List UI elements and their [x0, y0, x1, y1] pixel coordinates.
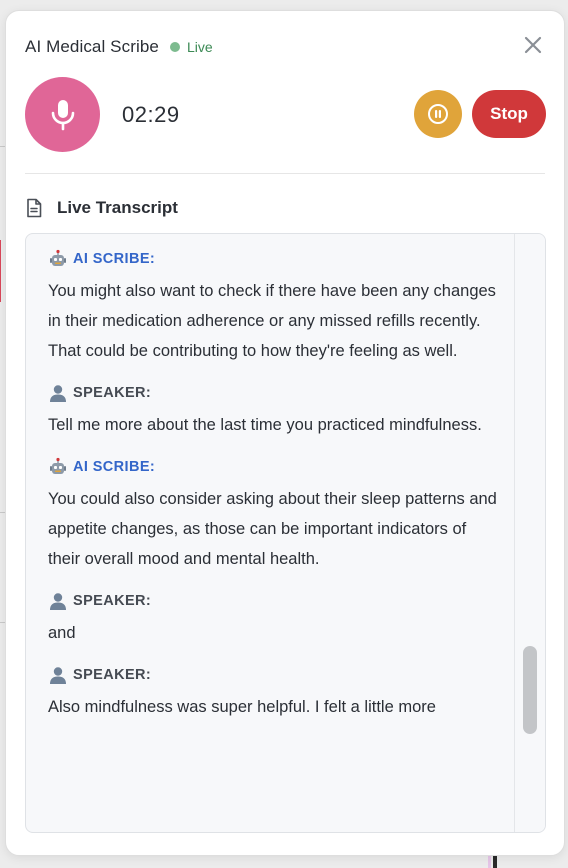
transcript-box[interactable]: AI SCRIBE: You might also want to check …	[25, 233, 546, 833]
speaker-label: AI SCRIBE:	[48, 456, 498, 478]
header-divider	[25, 173, 545, 174]
speaker-name: SPEAKER:	[73, 667, 152, 683]
pause-button[interactable]	[414, 90, 462, 138]
robot-icon	[48, 249, 68, 269]
transcript-list: AI SCRIBE: You might also want to check …	[48, 248, 498, 738]
transcript-message: and	[48, 624, 76, 642]
stop-button[interactable]: Stop	[472, 90, 546, 138]
microphone-icon	[51, 99, 74, 130]
transcript-entry: AI SCRIBE: You might also want to check …	[48, 248, 498, 366]
robot-icon	[48, 457, 68, 477]
transcript-message: You might also want to check if there ha…	[48, 282, 496, 360]
transcript-scrollbar[interactable]	[514, 234, 545, 832]
live-indicator-dot	[169, 42, 180, 52]
speaker-name: SPEAKER:	[73, 385, 152, 401]
scrollbar-thumb[interactable]	[523, 646, 537, 734]
transcript-message: Tell me more about the last time you pra…	[48, 416, 482, 434]
transcript-message: You could also consider asking about the…	[48, 490, 497, 568]
speaker-name: AI SCRIBE:	[73, 251, 156, 267]
transcript-header: Live Transcript	[25, 198, 178, 218]
close-icon	[524, 36, 542, 54]
app-title: AI Medical Scribe	[25, 37, 159, 56]
transcript-entry: SPEAKER: Tell me more about the last tim…	[48, 382, 498, 440]
transcript-entry: SPEAKER: Also mindfulness was super help…	[48, 664, 498, 722]
close-button[interactable]	[521, 33, 545, 57]
scribe-panel: AI Medical Scribe Live 02:29 Stop Live T…	[5, 10, 565, 856]
recording-timer: 02:29	[122, 102, 180, 127]
person-icon	[48, 591, 68, 611]
speaker-label: AI SCRIBE:	[48, 248, 498, 270]
person-icon	[48, 383, 68, 403]
speaker-name: SPEAKER:	[73, 593, 152, 609]
document-icon	[27, 198, 42, 218]
live-status-label: Live	[186, 39, 213, 55]
pause-icon	[428, 104, 448, 124]
person-icon	[48, 665, 68, 685]
transcript-entry: SPEAKER: and	[48, 590, 498, 648]
microphone-button[interactable]	[25, 77, 100, 152]
transcript-title: Live Transcript	[57, 198, 178, 217]
transcript-message: Also mindfulness was super helpful. I fe…	[48, 698, 436, 716]
speaker-label: SPEAKER:	[48, 590, 498, 612]
speaker-name: AI SCRIBE:	[73, 459, 156, 475]
transcript-entry: AI SCRIBE: You could also consider askin…	[48, 456, 498, 574]
speaker-label: SPEAKER:	[48, 382, 498, 404]
speaker-label: SPEAKER:	[48, 664, 498, 686]
panel-header: AI Medical Scribe Live	[25, 35, 545, 59]
